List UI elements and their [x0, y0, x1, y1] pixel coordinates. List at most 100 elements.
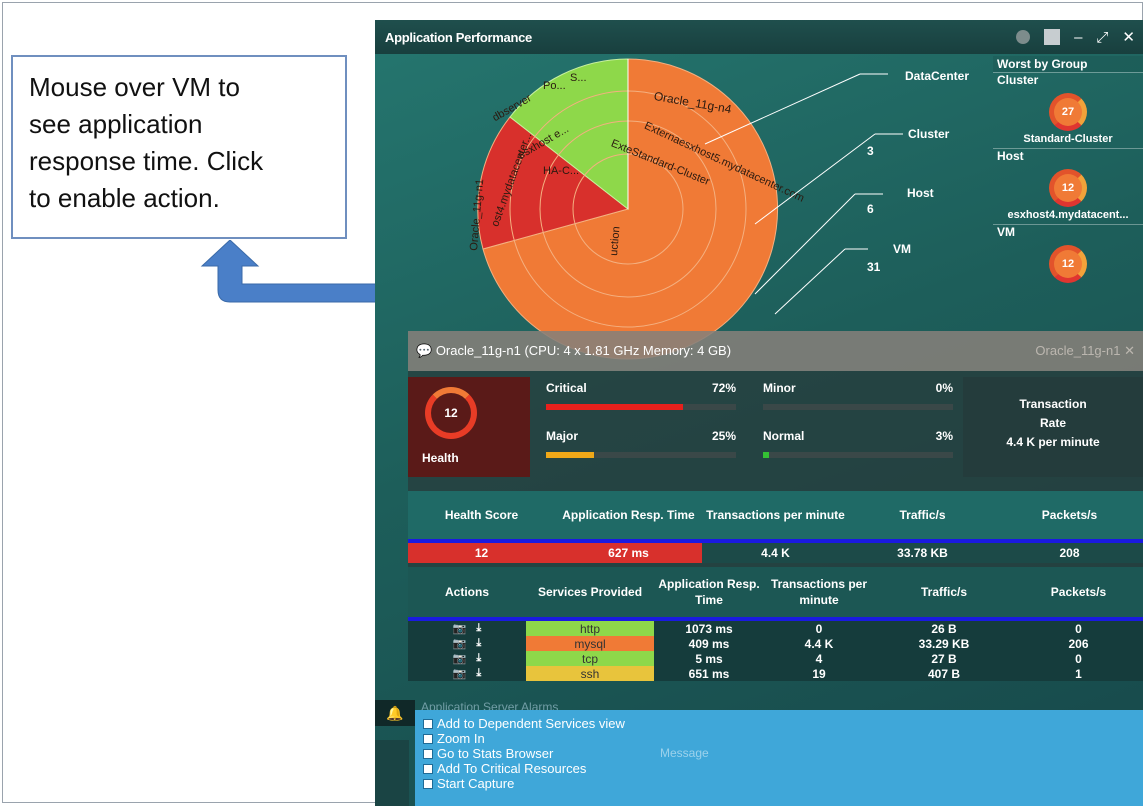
services-table: Actions Services Provided Application Re…	[408, 567, 1143, 681]
packets-value: 208	[1059, 546, 1080, 560]
col-header: Packets/s	[1041, 508, 1098, 522]
severity-minor: Minor 0%	[763, 381, 953, 410]
col-header: Traffic/s	[920, 585, 968, 599]
table-row[interactable]: 📷 ⤓ tcp 5 ms 4 27 B 0	[408, 651, 1143, 666]
worst-group-name: esxhost4.mydatacent...	[1007, 209, 1129, 221]
severity-normal: Normal 3%	[763, 429, 953, 458]
vm-panel-header: 💬 Oracle_11g-n1 (CPU: 4 x 1.81 GHz Memor…	[408, 331, 1143, 371]
col-header: Application Resp. Time	[658, 577, 760, 607]
camera-icon[interactable]: 📷	[453, 652, 467, 665]
col-header: Traffic/s	[899, 508, 946, 522]
health-score-ring: 12	[425, 387, 477, 439]
vm-panel-title: 💬 Oracle_11g-n1 (CPU: 4 x 1.81 GHz Memor…	[416, 343, 732, 358]
summary-stats-table: Health Score Application Resp. Time Tran…	[408, 491, 1143, 563]
transaction-rate-value: 4.4 K per minute	[1006, 435, 1100, 449]
download-icon[interactable]: ⤓	[476, 622, 481, 635]
level-cluster-count: 3	[867, 144, 874, 158]
worst-group-label: VM	[997, 225, 1015, 239]
col-header: Health Score	[444, 508, 519, 522]
summary-header-row: Health Score Application Resp. Time Tran…	[408, 491, 1143, 539]
service-name: mysql	[526, 636, 654, 651]
instruction-callout: Mouse over VM to see application respons…	[11, 55, 347, 239]
score-ring: 27	[1049, 93, 1087, 131]
menu-item-critical-resources[interactable]: Add To Critical Resources	[423, 761, 1135, 776]
minimize-icon[interactable]: –	[1074, 29, 1082, 46]
col-header: Packets/s	[1050, 585, 1107, 599]
summary-values-row[interactable]: 12 627 ms 4.4 K 33.78 KB 208	[408, 543, 1143, 563]
vm-panel-header-right: Oracle_11g-n1 ✕	[1035, 343, 1135, 358]
window-title: Application Performance	[385, 29, 532, 45]
bell-icon[interactable]: 🔔	[375, 700, 415, 726]
service-name: tcp	[526, 651, 654, 666]
square-icon[interactable]	[1044, 29, 1061, 45]
callout-line: Mouse over VM to	[29, 72, 240, 102]
col-header: Transactions per minute	[706, 508, 845, 522]
level-vm-count: 31	[867, 260, 881, 274]
resp-time-value: 627 ms	[555, 543, 702, 563]
window-titlebar: Application Performance – ⤢ ✕	[375, 20, 1143, 54]
tpm-value: 4.4 K	[761, 546, 790, 560]
table-row[interactable]: 📷 ⤓ http 1073 ms 0 26 B 0	[408, 621, 1143, 636]
menu-icon	[423, 733, 433, 744]
camera-icon[interactable]: 📷	[453, 622, 467, 635]
worst-group-label: Cluster	[997, 73, 1039, 87]
score-ring: 12	[1049, 169, 1087, 207]
menu-icon	[423, 718, 433, 729]
camera-icon[interactable]: 📷	[453, 667, 467, 680]
application-performance-window: Application Performance – ⤢ ✕ Oracle_11g…	[375, 20, 1143, 806]
sunburst-label: uction	[608, 226, 623, 256]
record-icon[interactable]	[1016, 30, 1031, 44]
download-icon[interactable]: ⤓	[476, 652, 481, 665]
download-icon[interactable]: ⤓	[476, 667, 481, 680]
menu-item-zoom-in[interactable]: Zoom In	[423, 731, 1135, 746]
traffic-value: 33.78 KB	[897, 546, 948, 560]
expand-icon[interactable]: ⤢	[1096, 29, 1108, 46]
severity-major: Major 25%	[546, 429, 736, 458]
menu-icon	[423, 778, 433, 789]
level-host-count: 6	[867, 202, 874, 216]
close-icon[interactable]: ✕	[1122, 28, 1135, 46]
worst-group-cluster[interactable]: Cluster 27 Standard-Cluster	[993, 72, 1143, 145]
pointer-arrow	[200, 240, 391, 303]
level-datacenter: DataCenter	[905, 69, 970, 83]
sunburst-label: S...	[570, 72, 587, 84]
menu-icon	[423, 748, 433, 759]
worst-by-group-title: Worst by Group	[993, 56, 1143, 72]
transaction-rate-box: Transaction Rate 4.4 K per minute	[963, 377, 1143, 477]
side-strip	[375, 740, 409, 806]
download-icon[interactable]: ⤓	[476, 637, 481, 650]
callout-line: see application	[29, 109, 203, 139]
close-icon[interactable]: ✕	[1124, 343, 1135, 358]
table-row[interactable]: 📷 ⤓ ssh 651 ms 19 407 B 1	[408, 666, 1143, 681]
health-box: 12 Health	[408, 377, 530, 477]
col-header: Actions	[444, 585, 489, 599]
worst-group-host[interactable]: Host 12 esxhost4.mydatacent...	[993, 148, 1143, 221]
worst-group-vm[interactable]: VM 12	[993, 224, 1143, 283]
severity-bar	[763, 404, 953, 410]
vm-detail-panel: 💬 Oracle_11g-n1 (CPU: 4 x 1.81 GHz Memor…	[408, 331, 1143, 681]
callout-line: to enable action.	[29, 183, 220, 213]
severity-bar	[546, 404, 736, 410]
camera-icon[interactable]: 📷	[453, 637, 467, 650]
col-header: Transactions per minute	[770, 577, 868, 607]
health-label: Health	[422, 451, 459, 465]
service-name: http	[526, 621, 654, 636]
health-score-value: 12	[408, 543, 555, 563]
col-header: Services Provided	[537, 585, 643, 599]
table-row[interactable]: 📷 ⤓ mysql 409 ms 4.4 K 33.29 KB 206	[408, 636, 1143, 651]
menu-item-stats-browser[interactable]: Go to Stats Browser	[423, 746, 1135, 761]
sunburst-label: Po...	[543, 80, 566, 92]
services-header-row: Actions Services Provided Application Re…	[408, 567, 1143, 617]
menu-item-start-capture[interactable]: Start Capture	[423, 776, 1135, 791]
menu-item-add-dependent[interactable]: Add to Dependent Services view	[423, 716, 1135, 731]
level-cluster: Cluster	[908, 127, 950, 141]
score-ring: 12	[1049, 245, 1087, 283]
message-hint: Message	[660, 746, 709, 760]
worst-group-label: Host	[997, 149, 1024, 163]
callout-line: response time. Click	[29, 146, 264, 176]
worst-by-group-panel: Worst by Group Cluster 27 Standard-Clust…	[993, 56, 1143, 285]
col-header: Application Resp. Time	[562, 508, 695, 522]
severity-critical: Critical 72%	[546, 381, 736, 410]
context-menu: Add to Dependent Services view Zoom In G…	[415, 710, 1143, 806]
service-name: ssh	[526, 666, 654, 681]
